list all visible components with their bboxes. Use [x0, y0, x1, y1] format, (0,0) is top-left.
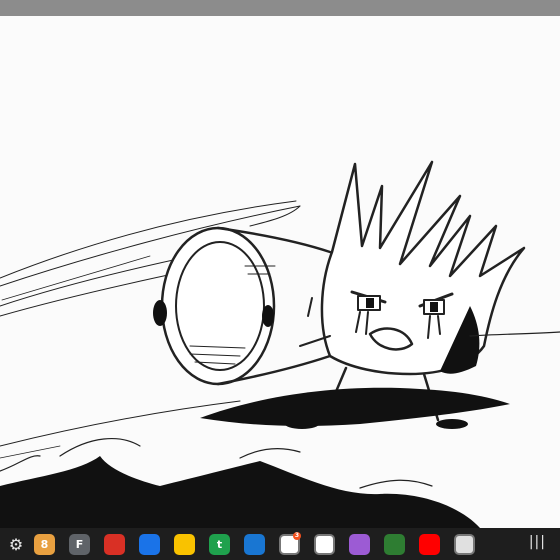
- shelf-app-3[interactable]: [104, 533, 125, 555]
- numeral-8-icon: 8: [40, 537, 49, 551]
- drawing-artwork: [0, 160, 560, 528]
- overview-button[interactable]: |||: [529, 534, 546, 550]
- shelf: ⚙ 8 Ft 3 |||: [0, 528, 560, 560]
- shelf-app-10[interactable]: [349, 533, 370, 555]
- pinned-apps: 8 Ft 3: [34, 531, 489, 555]
- shelf-app-7[interactable]: [244, 533, 265, 555]
- t-icon: t: [216, 537, 223, 551]
- shelf-app-5[interactable]: [174, 533, 195, 555]
- file-icon: F: [75, 537, 84, 551]
- launcher-button[interactable]: ⚙: [4, 532, 28, 556]
- gear-icon: ⚙: [8, 534, 24, 554]
- shelf-app-11[interactable]: [384, 533, 405, 555]
- shelf-app-9[interactable]: [314, 533, 335, 555]
- shelf-app-13[interactable]: [454, 533, 475, 555]
- drawing-canvas[interactable]: [0, 16, 560, 528]
- overview-icon: |||: [528, 534, 546, 550]
- shelf-app-12[interactable]: [419, 533, 440, 555]
- shelf-app-1[interactable]: 8: [34, 533, 55, 555]
- status-bar: [0, 0, 560, 16]
- shelf-app-8[interactable]: 3: [279, 531, 301, 555]
- notification-badge: 3: [293, 531, 301, 540]
- shelf-app-6[interactable]: t: [209, 533, 230, 555]
- shelf-app-4[interactable]: [139, 533, 160, 555]
- shelf-app-2[interactable]: F: [69, 533, 90, 555]
